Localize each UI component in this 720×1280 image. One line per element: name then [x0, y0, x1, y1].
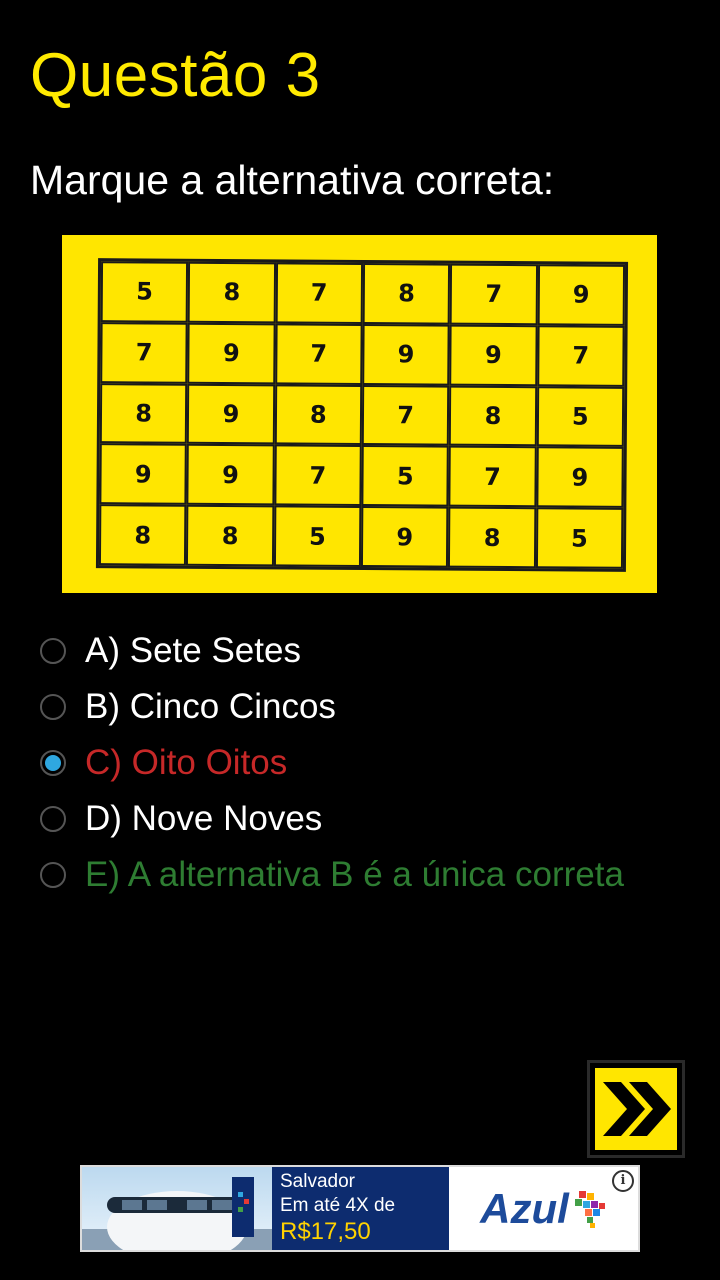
- answer-option-label: D) Nove Noves: [85, 799, 323, 838]
- grid-cell: 7: [361, 384, 450, 446]
- grid-cell: 9: [187, 383, 275, 445]
- grid-cell: 9: [187, 322, 276, 384]
- grid-cell: 8: [449, 385, 537, 447]
- grid-cell: 9: [536, 446, 624, 509]
- grid-cell: 7: [536, 325, 625, 387]
- number-grid-image: 587879797997898785997579885985: [62, 235, 657, 593]
- radio-button[interactable]: [40, 862, 66, 888]
- answer-option-label: B) Cinco Cincos: [85, 687, 336, 726]
- brazil-map-icon: [574, 1190, 605, 1228]
- grid-cell: 8: [99, 382, 188, 445]
- grid-cell: 9: [360, 506, 449, 568]
- grid-cell: 5: [273, 505, 362, 567]
- grid-cell: 7: [274, 444, 362, 507]
- answer-option[interactable]: A) Sete Setes: [40, 623, 700, 679]
- answer-option-label: C) Oito Oitos: [85, 743, 288, 782]
- grid-cell: 8: [362, 263, 451, 325]
- ad-brand-block: Azul i: [449, 1167, 638, 1250]
- grid-cell: 8: [187, 261, 276, 324]
- azul-logo: Azul: [480, 1184, 569, 1232]
- radio-button[interactable]: [40, 750, 66, 776]
- grid-cell: 5: [536, 385, 625, 448]
- ad-installments: Em até 4X de: [280, 1195, 396, 1216]
- answer-option[interactable]: C) Oito Oitos: [40, 735, 700, 791]
- answer-option[interactable]: B) Cinco Cincos: [40, 679, 700, 735]
- ad-banner[interactable]: Salvador Em até 4X de R$17,50 Azul i: [80, 1165, 640, 1252]
- answer-option[interactable]: E) A alternativa B é a única correta: [40, 847, 700, 903]
- grid-cell: 9: [449, 324, 538, 386]
- number-grid: 587879797997898785997579885985: [95, 258, 629, 572]
- question-title: Questão 3: [30, 41, 321, 110]
- grid-cell: 9: [362, 323, 450, 386]
- answer-option-label: E) A alternativa B é a única correta: [85, 855, 624, 894]
- grid-cell: 8: [448, 506, 537, 569]
- grid-cell: 7: [275, 262, 364, 324]
- radio-dot: [45, 755, 61, 771]
- question-prompt: Marque a alternativa correta:: [30, 157, 555, 203]
- grid-cell: 7: [449, 263, 538, 326]
- grid-cell: 9: [186, 444, 275, 506]
- answer-options: A) Sete Setes B) Cinco Cincos C) Oito Oito…: [40, 623, 700, 903]
- ad-price: R$17,50: [280, 1218, 371, 1245]
- grid-cell: 7: [448, 445, 537, 508]
- grid-cell: 5: [535, 507, 624, 569]
- radio-button[interactable]: [40, 694, 66, 720]
- grid-cell: 5: [361, 445, 450, 507]
- grid-cell: 7: [274, 323, 363, 385]
- grid-cell: 5: [100, 261, 189, 323]
- answer-option-label: A) Sete Setes: [85, 631, 301, 670]
- info-icon[interactable]: i: [612, 1170, 634, 1192]
- double-chevron-right-icon: [595, 1068, 677, 1150]
- airplane-image: [82, 1167, 272, 1250]
- radio-button[interactable]: [40, 806, 66, 832]
- radio-button[interactable]: [40, 638, 66, 664]
- ad-destination: Salvador: [280, 1171, 355, 1192]
- grid-cell: 9: [537, 264, 626, 326]
- answer-option[interactable]: D) Nove Noves: [40, 791, 700, 847]
- grid-cell: 8: [186, 504, 275, 567]
- grid-cell: 7: [100, 321, 188, 384]
- grid-cell: 9: [99, 443, 188, 505]
- ad-text-block: Salvador Em até 4X de R$17,50: [272, 1167, 449, 1250]
- next-button[interactable]: [587, 1060, 685, 1158]
- grid-cell: 8: [98, 504, 187, 566]
- grid-cell: 8: [274, 383, 363, 446]
